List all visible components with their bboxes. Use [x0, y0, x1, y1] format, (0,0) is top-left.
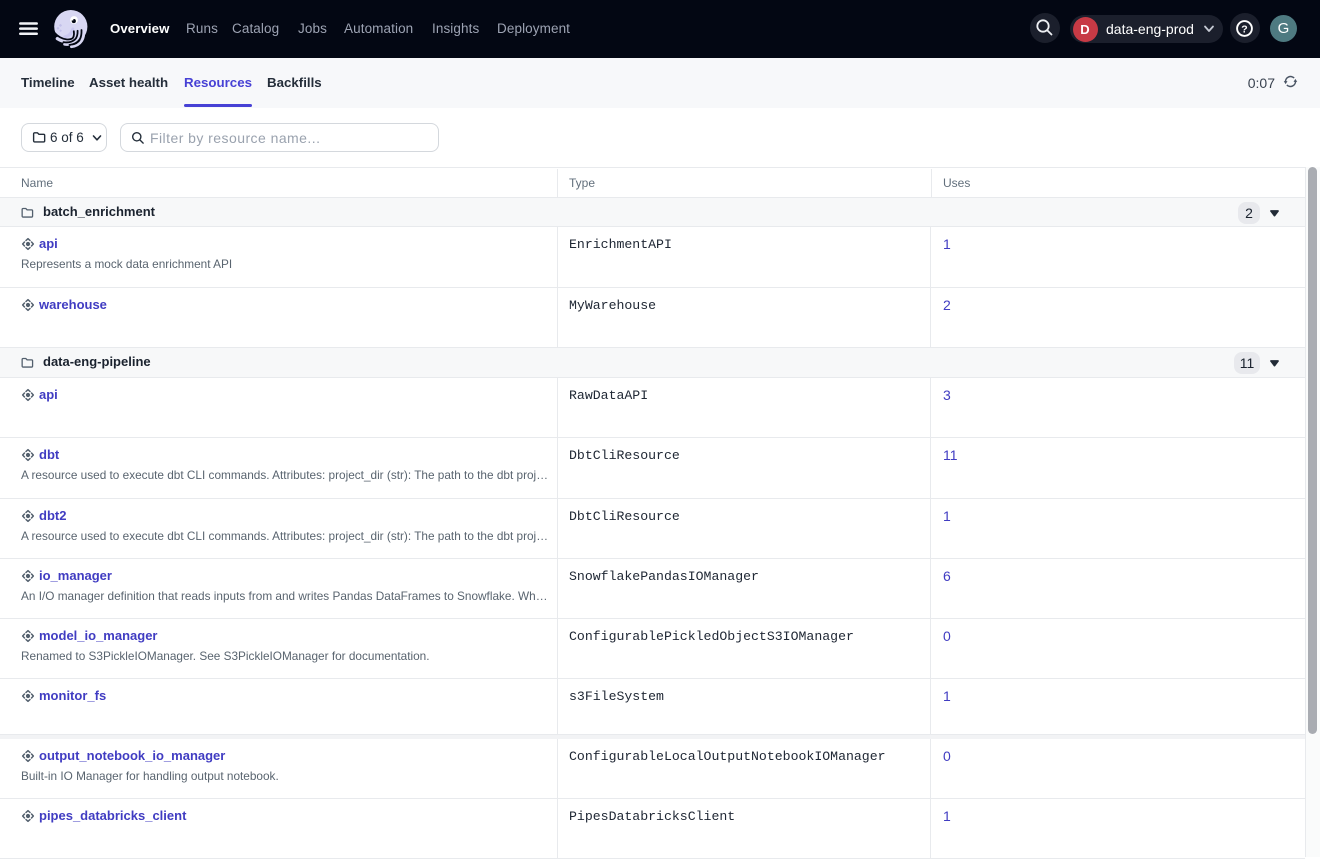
svg-text:?: ? — [1241, 23, 1247, 35]
